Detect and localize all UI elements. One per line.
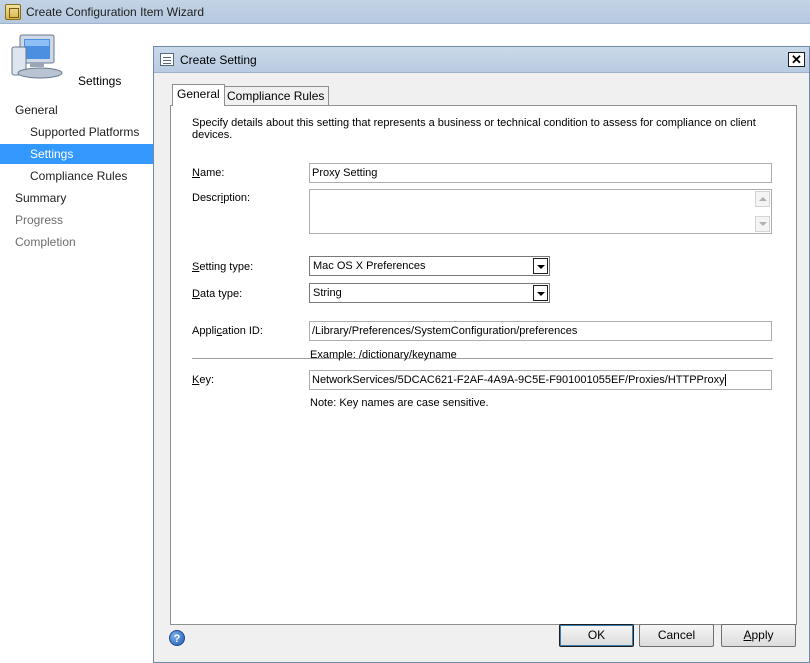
- help-icon[interactable]: ?: [169, 630, 185, 646]
- description-field[interactable]: [309, 189, 772, 234]
- text-caret: [724, 374, 726, 387]
- description-label: Description:: [192, 192, 251, 204]
- data-type-select[interactable]: String: [309, 283, 550, 303]
- scroll-down-icon[interactable]: [755, 216, 770, 232]
- separator: [192, 358, 773, 359]
- key-field[interactable]: NetworkServices/5DCAC621-F2AF-4A9A-9C5E-…: [309, 370, 772, 390]
- application-id-hint: Example: /dictionary/keyname: [310, 349, 457, 361]
- key-value: NetworkServices/5DCAC621-F2AF-4A9A-9C5E-…: [312, 374, 725, 386]
- dialog-title: Create Setting: [180, 53, 257, 67]
- nav-item-summary[interactable]: Summary: [0, 188, 153, 208]
- application-id-label: Application ID:: [192, 325, 263, 337]
- data-type-value: String: [313, 287, 342, 299]
- nav-item-compliance-rules[interactable]: Compliance Rules: [0, 166, 153, 186]
- nav-item-supported-platforms[interactable]: Supported Platforms: [0, 122, 153, 142]
- name-label: Name:: [192, 167, 225, 179]
- tab-general[interactable]: General: [172, 84, 225, 106]
- dialog-form-icon: [160, 53, 174, 66]
- dialog-title-bar: Create Setting ✕: [154, 47, 809, 73]
- chevron-down-icon[interactable]: [533, 258, 548, 274]
- computer-icon: [11, 34, 63, 79]
- nav-item-completion: Completion: [15, 235, 76, 249]
- nav-item-general[interactable]: General: [0, 100, 153, 120]
- wizard-app-icon: [5, 4, 21, 20]
- ok-button[interactable]: OK: [559, 624, 634, 647]
- wizard-nav: General Supported Platforms Settings Com…: [0, 88, 154, 663]
- wizard-title: Create Configuration Item Wizard: [26, 5, 205, 19]
- nav-item-progress: Progress: [15, 213, 64, 227]
- nav-item-settings[interactable]: Settings: [0, 144, 153, 164]
- setting-type-value: Mac OS X Preferences: [313, 260, 426, 272]
- wizard-title-bar: Create Configuration Item Wizard: [0, 0, 810, 24]
- key-hint: Note: Key names are case sensitive.: [310, 397, 489, 409]
- setting-type-select[interactable]: Mac OS X Preferences: [309, 256, 550, 276]
- create-setting-dialog: Create Setting ✕ General Compliance Rule…: [153, 46, 810, 663]
- cancel-button[interactable]: Cancel: [639, 624, 714, 647]
- name-field[interactable]: Proxy Setting: [309, 163, 772, 183]
- close-button[interactable]: ✕: [788, 52, 805, 67]
- intro-text: Specify details about this setting that …: [192, 117, 756, 141]
- data-type-label: Data type:: [192, 288, 243, 300]
- application-id-field[interactable]: /Library/Preferences/SystemConfiguration…: [309, 321, 772, 341]
- setting-type-label: Setting type:: [192, 261, 254, 273]
- scroll-up-icon[interactable]: [755, 191, 770, 207]
- apply-button[interactable]: Apply: [721, 624, 796, 647]
- general-tab-panel: Specify details about this setting that …: [170, 105, 797, 625]
- key-label: Key:: [192, 374, 215, 386]
- tab-compliance-rules[interactable]: Compliance Rules: [222, 86, 330, 106]
- wizard-page-title: Settings: [78, 74, 122, 88]
- chevron-down-icon[interactable]: [533, 285, 548, 301]
